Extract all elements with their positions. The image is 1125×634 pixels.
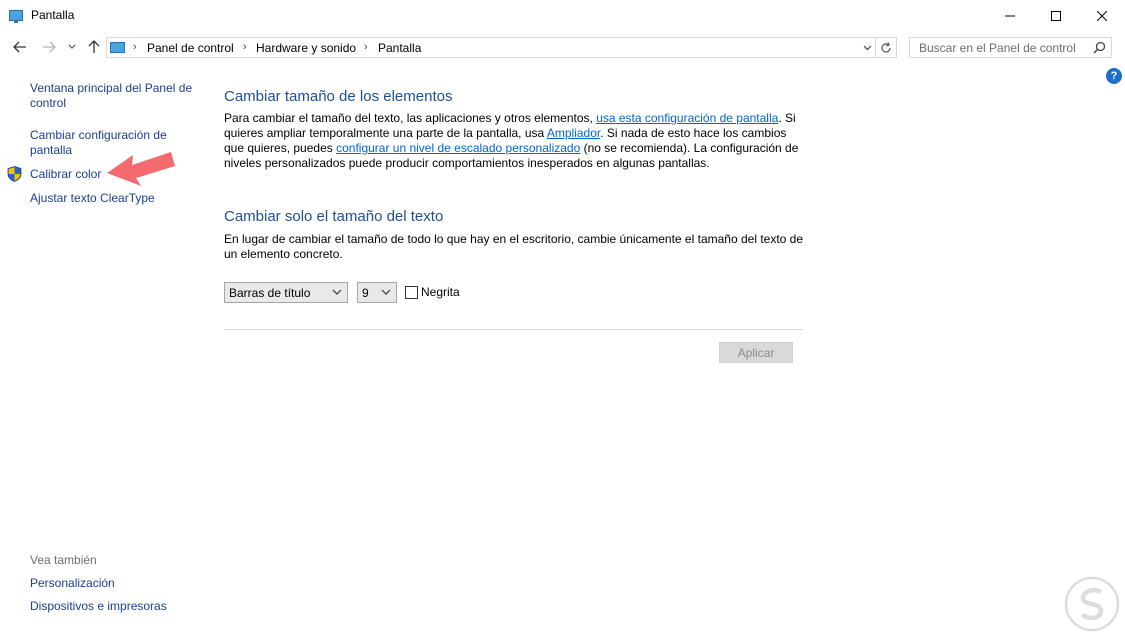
refresh-button[interactable] xyxy=(876,37,897,58)
breadcrumb-panel-de-control[interactable]: Panel de control xyxy=(147,41,234,55)
uac-shield-icon xyxy=(7,166,22,182)
sidebar-item-label: Cambiar configuración de xyxy=(30,128,167,142)
minimize-icon xyxy=(1005,15,1015,16)
sidebar-item-cleartype[interactable]: Ajustar texto ClearType xyxy=(30,191,155,206)
breadcrumb-pantalla[interactable]: Pantalla xyxy=(378,41,421,55)
paragraph-text: Para cambiar el tamaño del texto, las ap… xyxy=(224,111,597,125)
minimize-button[interactable] xyxy=(987,0,1033,31)
apply-button[interactable]: Aplicar xyxy=(719,342,793,363)
custom-scaling-link[interactable]: configurar un nivel de escalado personal… xyxy=(336,141,580,155)
address-dropdown-button[interactable] xyxy=(859,38,875,57)
element-select-value: Barras de título xyxy=(229,285,311,300)
size-select-value: 9 xyxy=(362,285,369,300)
bold-checkbox[interactable] xyxy=(405,286,418,299)
breadcrumb-hardware-y-sonido[interactable]: Hardware y sonido xyxy=(256,41,356,55)
close-icon xyxy=(1097,10,1107,21)
search-box[interactable] xyxy=(909,37,1112,58)
section-heading-text-size: Cambiar solo el tamaño del texto xyxy=(224,208,444,225)
sidebar-item-label: Ventana principal del Panel de xyxy=(30,81,193,95)
watermark-logo-icon xyxy=(1064,576,1120,632)
forward-arrow-icon xyxy=(43,41,56,53)
chevron-right-icon: › xyxy=(364,41,368,53)
chevron-down-icon xyxy=(68,44,76,49)
help-icon[interactable]: ? xyxy=(1106,68,1122,84)
sidebar-item-main-panel[interactable]: Ventana principal del Panel de control xyxy=(30,81,192,111)
chevron-right-icon: › xyxy=(133,41,137,53)
see-also-heading: Vea también xyxy=(30,553,97,567)
chevron-down-icon xyxy=(332,289,342,295)
section-heading-resize-elements: Cambiar tamaño de los elementos xyxy=(224,88,453,105)
search-icon[interactable] xyxy=(1093,41,1106,54)
chevron-down-icon xyxy=(863,45,871,50)
display-icon xyxy=(9,10,23,23)
title-bar: Pantalla xyxy=(0,0,1125,31)
sidebar-item-personalization[interactable]: Personalización xyxy=(30,576,115,591)
back-arrow-icon xyxy=(13,41,26,53)
size-select[interactable]: 9 xyxy=(357,282,397,303)
search-input[interactable] xyxy=(910,38,1090,57)
refresh-icon xyxy=(881,41,891,52)
magnifier-link[interactable]: Ampliador xyxy=(547,126,600,140)
close-button[interactable] xyxy=(1079,0,1125,31)
recent-locations-button[interactable] xyxy=(66,38,78,56)
divider xyxy=(224,329,804,330)
sidebar-item-label: control xyxy=(30,96,67,110)
display-icon xyxy=(110,42,125,53)
up-button[interactable] xyxy=(86,38,102,56)
sidebar-item-devices-printers[interactable]: Dispositivos e impresoras xyxy=(30,599,167,614)
back-button[interactable] xyxy=(11,38,29,56)
bold-checkbox-label[interactable]: Negrita xyxy=(421,285,460,299)
sidebar-item-calibrate-color[interactable]: Calibrar color xyxy=(30,167,101,182)
chevron-down-icon xyxy=(381,289,391,295)
window-title: Pantalla xyxy=(31,8,75,22)
address-bar[interactable]: › Panel de control › Hardware y sonido ›… xyxy=(106,37,876,58)
section-paragraph-resize-elements: Para cambiar el tamaño del texto, las ap… xyxy=(224,111,804,171)
annotation-arrow-icon xyxy=(107,152,175,186)
up-arrow-icon xyxy=(88,40,100,53)
chevron-right-icon: › xyxy=(243,41,247,53)
maximize-icon xyxy=(1051,10,1061,21)
maximize-button[interactable] xyxy=(1033,0,1079,31)
forward-button[interactable] xyxy=(40,38,58,56)
display-settings-link[interactable]: usa esta configuración de pantalla xyxy=(596,111,778,125)
element-select[interactable]: Barras de título xyxy=(224,282,348,303)
section-paragraph-text-size: En lugar de cambiar el tamaño de todo lo… xyxy=(224,232,804,261)
